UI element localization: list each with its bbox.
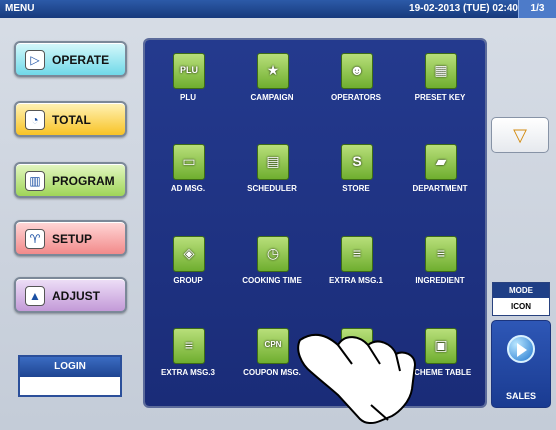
pointing-hand-icon [297, 333, 417, 425]
screen: MENU 19-02-2013 (TUE) 02:40 1/3 ▷ OPERAT… [0, 0, 556, 430]
